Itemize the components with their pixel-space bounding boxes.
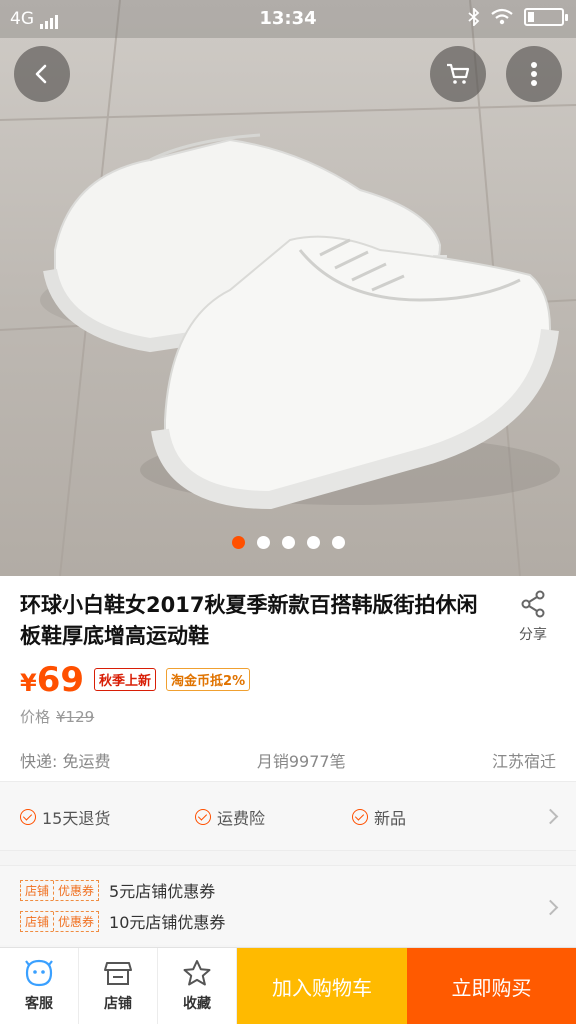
service-item-return: 15天退货 — [20, 805, 110, 829]
coupon-badge-left: 店铺 — [25, 914, 50, 929]
shop-icon — [104, 962, 132, 985]
shop-label: 店铺 — [104, 996, 132, 1012]
star-icon — [183, 960, 211, 986]
original-price-label: 价格 — [20, 708, 51, 726]
coupon-section[interactable]: 店铺 优惠券 5元店铺优惠券 店铺 优惠券 10元店铺优惠券 — [0, 865, 576, 945]
product-image-carousel[interactable]: 4G 13:34 — [0, 0, 576, 576]
shop-button[interactable]: 店铺 — [79, 948, 158, 1024]
share-button[interactable]: 分享 — [508, 590, 558, 644]
promo-tag-new-season: 秋季上新 — [94, 668, 157, 691]
share-label: 分享 — [519, 627, 547, 643]
customer-service-button[interactable]: 客服 — [0, 948, 79, 1024]
buy-now-button[interactable]: 立即购买 — [407, 948, 576, 1024]
price-row: ¥69 秋季上新 淘金币抵2% — [20, 660, 251, 700]
carousel-dot[interactable] — [331, 536, 345, 549]
service-label: 运费险 — [217, 809, 266, 828]
service-label: 15天退货 — [42, 809, 111, 828]
status-bar: 4G 13:34 — [0, 0, 576, 38]
coupon-badge-right: 优惠券 — [53, 880, 98, 900]
back-button[interactable] — [14, 46, 70, 102]
chevron-right-icon — [542, 899, 559, 916]
coupon-badge: 店铺 优惠券 — [20, 910, 100, 932]
ship-from-location: 江苏宿迁 — [491, 752, 556, 771]
service-label: 新品 — [374, 809, 407, 828]
coupon-badge-left: 店铺 — [25, 883, 50, 898]
carousel-dot[interactable] — [231, 536, 245, 549]
carousel-dot[interactable] — [256, 536, 270, 549]
monthly-sales: 月销9977笔 — [256, 752, 346, 771]
more-vertical-icon — [531, 62, 537, 86]
coupon-item[interactable]: 店铺 优惠券 10元店铺优惠券 — [20, 909, 225, 933]
favorite-button[interactable]: 收藏 — [158, 948, 237, 1024]
more-button[interactable] — [506, 46, 562, 102]
check-circle-icon — [195, 809, 211, 825]
shopping-cart-icon — [447, 63, 470, 84]
wifi-icon — [491, 8, 513, 25]
battery-icon — [524, 8, 568, 26]
service-item-new: 新品 — [352, 805, 406, 829]
product-photo — [0, 0, 576, 576]
check-circle-icon — [352, 809, 368, 825]
product-info: 环球小白鞋女2017秋夏季新款百搭韩版街拍休闲板鞋厚底增高运动鞋 分享 ¥69 … — [0, 576, 576, 781]
currency-symbol: ¥ — [20, 669, 37, 697]
service-guarantees[interactable]: 15天退货 运费险 新品 — [0, 781, 576, 851]
carousel-indicator — [0, 536, 576, 549]
cart-button[interactable] — [430, 46, 486, 102]
product-title: 环球小白鞋女2017秋夏季新款百搭韩版街拍休闲板鞋厚底增高运动鞋 — [20, 593, 478, 648]
carousel-dot[interactable] — [281, 536, 295, 549]
shipping-info: 快递: 免运费 — [20, 752, 111, 771]
coupon-text: 5元店铺优惠券 — [109, 882, 216, 901]
service-item-shipping-insurance: 运费险 — [195, 805, 265, 829]
share-icon — [521, 590, 545, 618]
customer-service-label: 客服 — [25, 996, 53, 1012]
promo-tag-taojinbi: 淘金币抵2% — [166, 668, 251, 691]
chevron-right-icon — [542, 808, 559, 825]
check-circle-icon — [20, 809, 36, 825]
coupon-badge: 店铺 优惠券 — [20, 879, 100, 901]
coupon-text: 10元店铺优惠券 — [109, 913, 226, 932]
original-price-value: ¥129 — [56, 708, 95, 726]
product-meta: 快递: 免运费 月销9977笔 江苏宿迁 — [20, 748, 556, 772]
current-price: ¥69 — [20, 660, 84, 700]
add-to-cart-button[interactable]: 加入购物车 — [237, 948, 407, 1024]
price-value: 69 — [36, 660, 85, 700]
bluetooth-icon — [468, 8, 480, 26]
original-price: 价格 ¥129 — [20, 706, 94, 727]
chevron-left-icon — [35, 64, 47, 84]
carousel-dot[interactable] — [306, 536, 320, 549]
coupon-badge-right: 优惠券 — [53, 911, 98, 931]
favorite-label: 收藏 — [183, 996, 211, 1012]
customer-service-icon — [25, 959, 53, 987]
coupon-item[interactable]: 店铺 优惠券 5元店铺优惠券 — [20, 878, 215, 902]
bottom-action-bar: 客服 店铺 收藏 加入购物车 立即购买 — [0, 947, 576, 1024]
